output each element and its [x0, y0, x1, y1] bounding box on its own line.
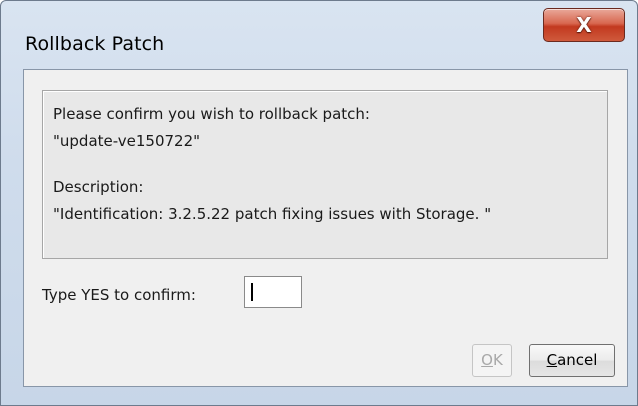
ok-button[interactable]: OK	[472, 344, 512, 377]
confirmation-message-panel: Please confirm you wish to rollback patc…	[42, 90, 608, 259]
ok-label-rest: K	[492, 351, 503, 369]
dialog-title: Rollback Patch	[25, 33, 165, 55]
close-button[interactable]: X	[543, 8, 625, 42]
text-caret	[251, 283, 253, 301]
description-text: "Identification: 3.2.5.22 patch fixing i…	[53, 205, 492, 223]
ok-mnemonic: O	[481, 351, 493, 369]
description-label: Description:	[53, 178, 144, 196]
cancel-button[interactable]: Cancel	[529, 344, 615, 377]
cancel-label-rest: ancel	[557, 351, 598, 369]
close-icon: X	[576, 13, 592, 37]
type-yes-label: Type YES to confirm:	[42, 286, 196, 304]
confirm-prompt-text: Please confirm you wish to rollback patc…	[53, 105, 370, 123]
patch-name-text: "update-ve150722"	[53, 132, 201, 150]
dialog-content: Please confirm you wish to rollback patc…	[23, 69, 628, 387]
cancel-mnemonic: C	[546, 351, 558, 369]
title-bar[interactable]: Rollback Patch X	[1, 1, 637, 79]
rollback-patch-dialog: Rollback Patch X Please confirm you wish…	[0, 0, 638, 406]
